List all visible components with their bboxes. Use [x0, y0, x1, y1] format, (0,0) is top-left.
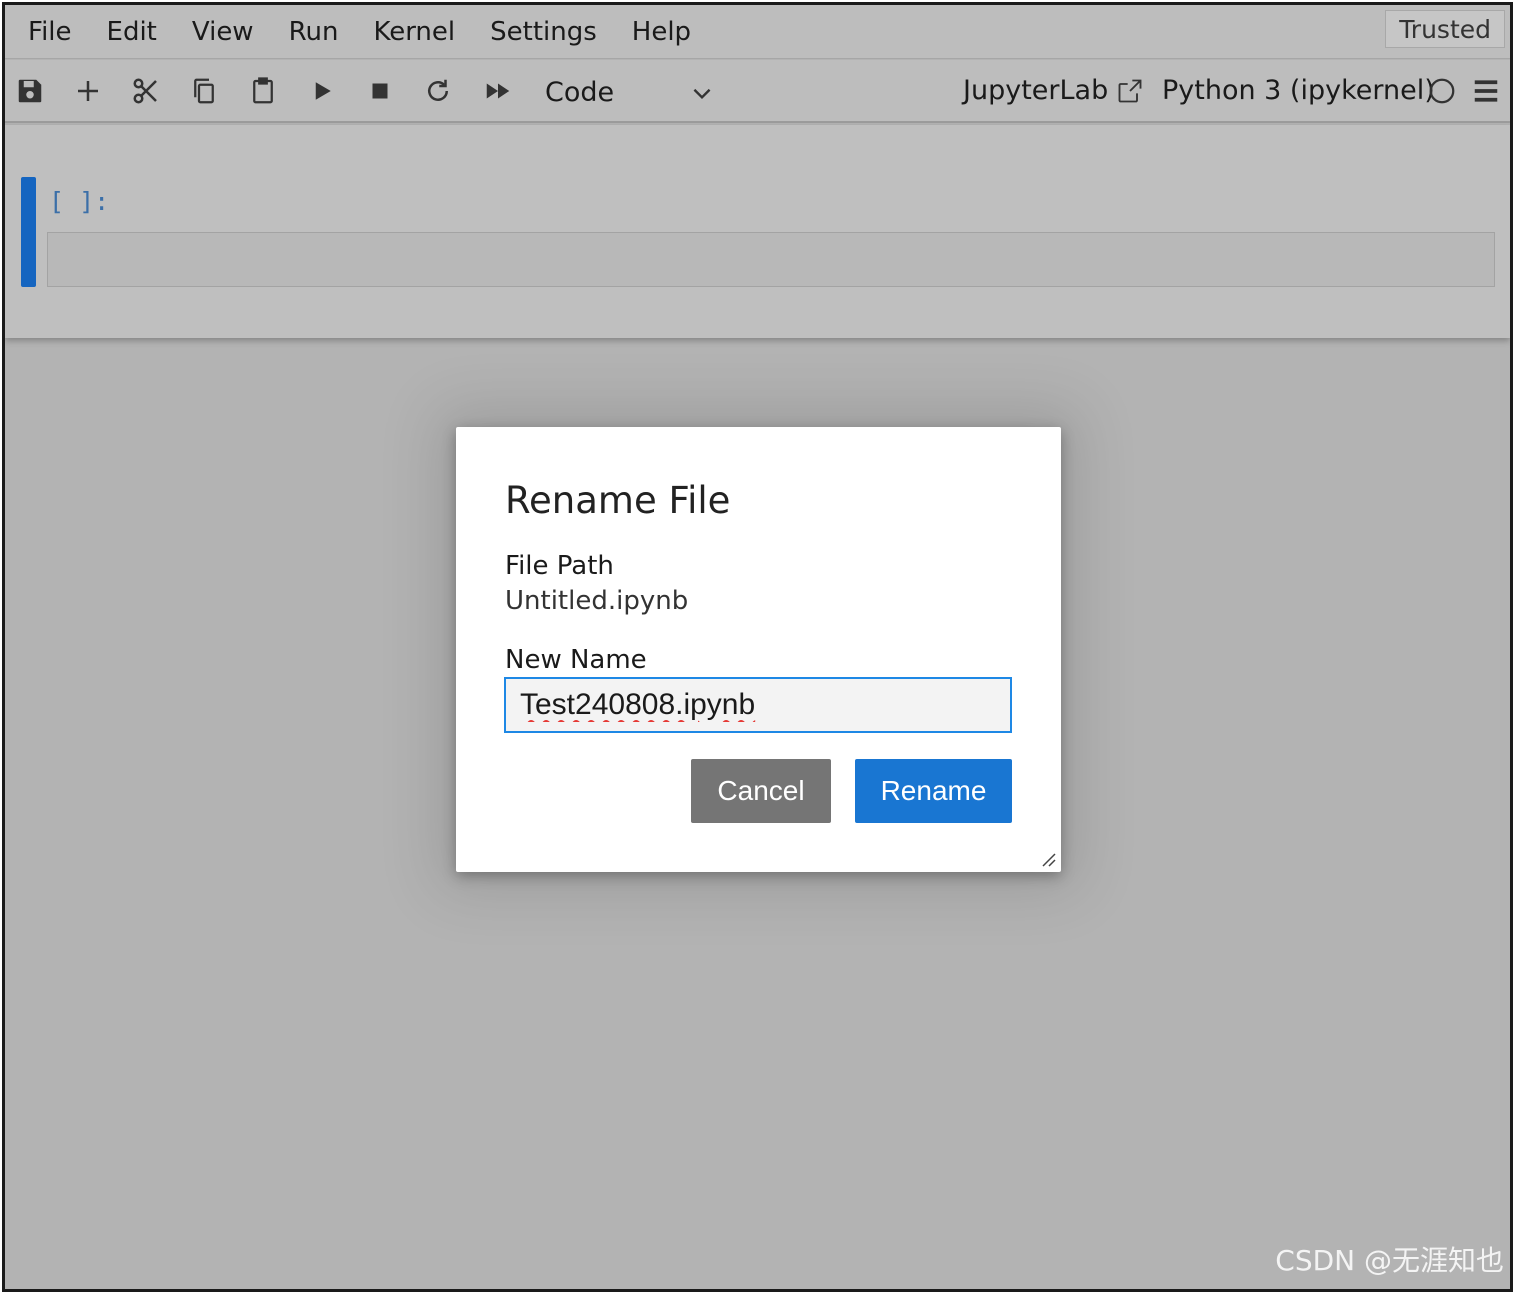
dialog-title: Rename File — [505, 479, 731, 522]
menu-bar: File Edit View Run Kernel Settings Help … — [5, 5, 1510, 59]
plus-icon[interactable] — [71, 74, 105, 108]
jupyterlab-label: JupyterLab — [963, 75, 1109, 106]
open-in-jupyterlab-link[interactable]: JupyterLab — [963, 75, 1144, 106]
kernel-status-icon — [1425, 74, 1459, 108]
new-name-label: New Name — [505, 645, 647, 675]
rename-file-dialog: Rename File File Path Untitled.ipynb New… — [456, 427, 1061, 872]
notebook-toolbar: Code JupyterLab Python 3 (ipykernel) — [5, 60, 1510, 123]
save-icon[interactable] — [13, 74, 47, 108]
menu-view[interactable]: View — [192, 17, 254, 47]
active-cell-indicator — [21, 177, 36, 287]
file-path-value: Untitled.ipynb — [505, 586, 689, 616]
resize-handle-icon[interactable] — [1039, 850, 1057, 868]
watermark: CSDN @无涯知也 — [1275, 1244, 1504, 1277]
stop-icon[interactable] — [363, 74, 397, 108]
jupyter-window: File Edit View Run Kernel Settings Help … — [2, 2, 1513, 1292]
file-path-label: File Path — [505, 551, 614, 581]
restart-icon[interactable] — [421, 74, 455, 108]
menu-kernel[interactable]: Kernel — [373, 17, 455, 47]
run-icon[interactable] — [305, 74, 339, 108]
paste-icon[interactable] — [246, 74, 280, 108]
cell-type-select[interactable]: Code — [545, 74, 715, 110]
trusted-indicator[interactable]: Trusted — [1385, 10, 1505, 48]
cell-prompt: [ ]: — [49, 187, 110, 216]
copy-icon[interactable] — [187, 74, 221, 108]
code-cell-input[interactable] — [47, 232, 1495, 287]
menu-file[interactable]: File — [28, 17, 72, 47]
chevron-down-icon — [689, 80, 715, 110]
external-link-icon — [1116, 77, 1144, 105]
new-name-input[interactable] — [504, 677, 1012, 733]
menu-run[interactable]: Run — [289, 17, 339, 47]
rename-button[interactable]: Rename — [855, 759, 1012, 823]
cut-icon[interactable] — [129, 74, 163, 108]
notebook-panel: [ ]: — [5, 125, 1510, 338]
menu-icon[interactable] — [1469, 74, 1503, 108]
menu-settings[interactable]: Settings — [490, 17, 597, 47]
fast-forward-icon[interactable] — [481, 74, 515, 108]
menu-edit[interactable]: Edit — [107, 17, 157, 47]
cell-type-label: Code — [545, 76, 615, 108]
kernel-name[interactable]: Python 3 (ipykernel) — [1162, 75, 1435, 106]
cancel-button[interactable]: Cancel — [691, 759, 831, 823]
menu-help[interactable]: Help — [632, 17, 691, 47]
